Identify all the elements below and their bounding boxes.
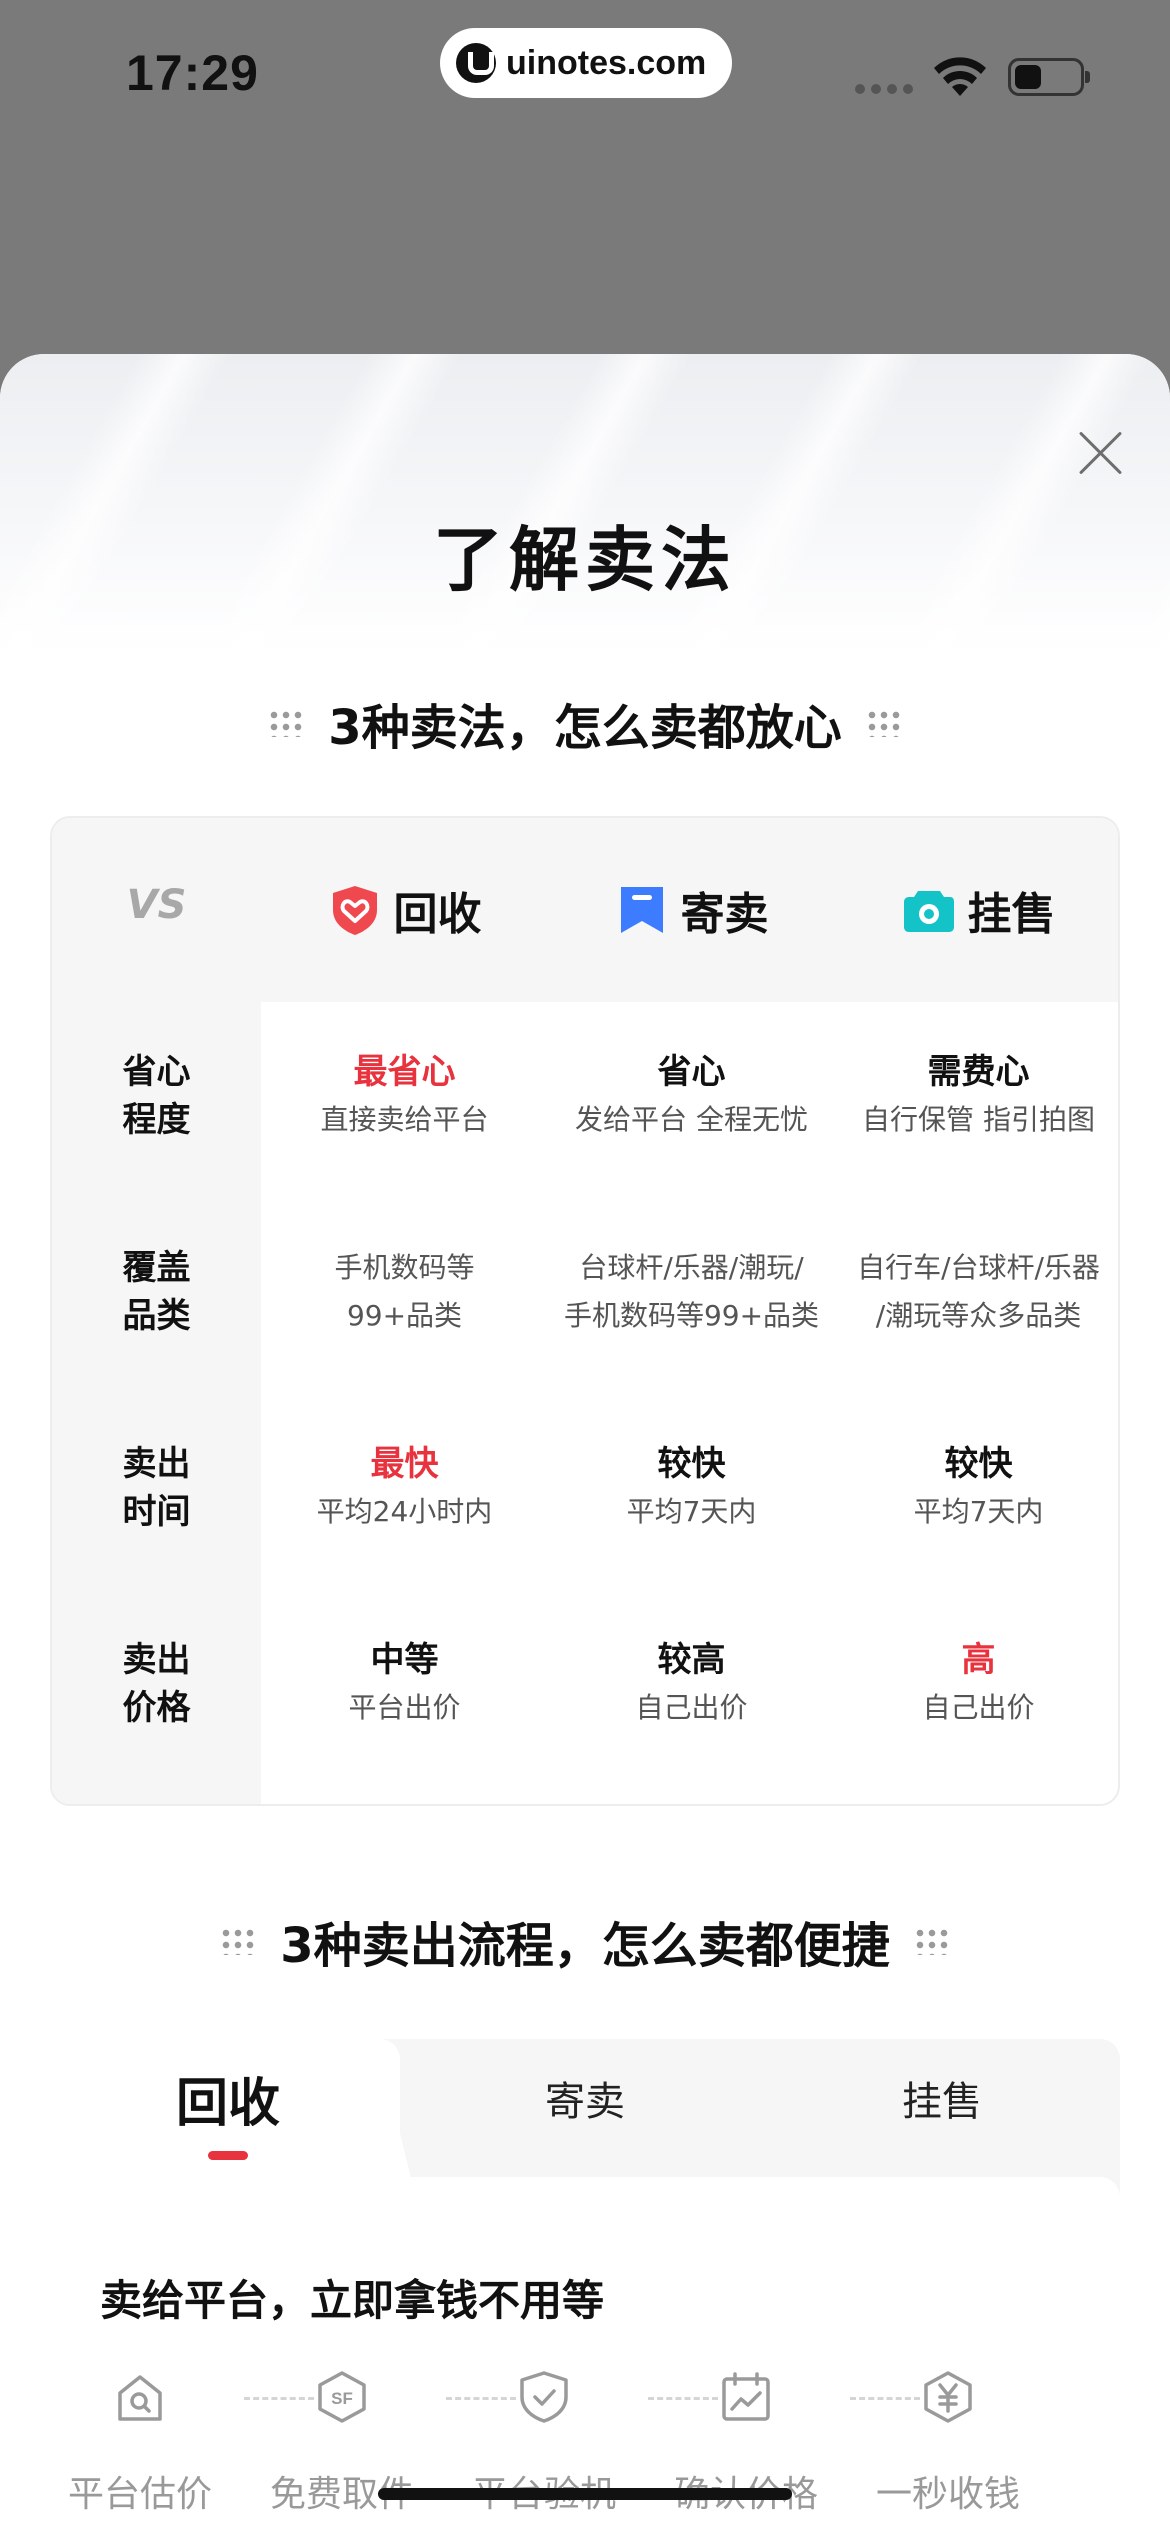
table-cell: 高 自己出价 — [835, 1636, 1118, 1732]
row-label-line: 覆盖 — [122, 1248, 191, 1288]
sell-methods-sheet: 了解卖法 3种卖法，怎么卖都放心 VS 回收 寄卖 挂售 省心 程度 最省心 直… — [0, 354, 1170, 2532]
row-label-line: 时间 — [122, 1492, 191, 1532]
cell-sub-text: 自行车/台球杆/乐器 — [857, 1251, 1100, 1284]
cell-main-text: 较快 — [944, 1444, 1013, 1484]
battery-icon — [1008, 58, 1090, 96]
column-label-list: 挂售 — [967, 889, 1056, 940]
signal-dots-icon — [855, 84, 913, 94]
house-search-icon — [112, 2369, 168, 2425]
process-card: 回收 寄卖 挂售 卖给平台，立即拿钱不用等 平台估价 SF 免费取件 一秒收钱 — [50, 2039, 1120, 2532]
tab-list[interactable]: 挂售 — [764, 2069, 1120, 2127]
cell-main-text: 较快 — [657, 1444, 726, 1484]
step-label: 平台估价 — [67, 2474, 212, 2515]
process-description: 卖给平台，立即拿钱不用等 — [100, 2276, 605, 2325]
compare-heading-text: 3种卖法，怎么卖都放心 — [328, 700, 842, 756]
cell-main-text: 高 — [961, 1640, 996, 1680]
bookmark-icon — [615, 883, 669, 937]
uinotes-logo-icon — [456, 43, 496, 83]
status-time: 17:29 — [126, 45, 259, 101]
cell-sub-text: 平台出价 — [348, 1691, 461, 1724]
row-label-time: 卖出 时间 — [52, 1440, 261, 1536]
row-label-line: 省心 — [122, 1052, 191, 1092]
calendar-chart-icon — [718, 2369, 774, 2425]
cell-main-text: 较高 — [657, 1640, 726, 1680]
tab-consign[interactable]: 寄卖 — [407, 2069, 763, 2127]
cell-sub-text: 平均24小时内 — [316, 1495, 493, 1528]
table-cell: 手机数码等 99+品类 — [261, 1244, 548, 1340]
svg-text:SF: SF — [331, 2389, 353, 2408]
table-cell: 最快 平均24小时内 — [261, 1440, 548, 1536]
camera-icon — [902, 883, 956, 937]
column-header-consign: 寄卖 — [548, 878, 835, 942]
sheet-title: 了解卖法 — [433, 519, 737, 601]
home-indicator[interactable] — [378, 2488, 792, 2500]
vs-label: VS — [126, 882, 187, 928]
table-cell: 较快 平均7天内 — [835, 1440, 1118, 1536]
cell-sub-text: 直接卖给平台 — [320, 1103, 489, 1136]
cell-sub-text: 自己出价 — [922, 1691, 1035, 1724]
cell-sub-text: 手机数码等 — [334, 1251, 475, 1284]
cell-sub-text: 平均7天内 — [913, 1495, 1044, 1528]
heading-dots-right-icon — [865, 709, 902, 737]
watermark-text: uinotes.com — [506, 43, 707, 82]
table-cell: 台球杆/乐器/潮玩/ 手机数码等99+品类 — [548, 1244, 835, 1340]
heading-dots-right-icon — [913, 1927, 950, 1955]
watermark-badge: uinotes.com — [440, 28, 732, 98]
column-header-recycle: 回收 — [261, 878, 548, 942]
cell-main-text: 中等 — [370, 1640, 439, 1680]
column-label-recycle: 回收 — [393, 889, 482, 940]
row-label-line: 品类 — [122, 1296, 191, 1336]
row-label-line: 价格 — [122, 1688, 191, 1728]
shield-heart-icon — [328, 883, 382, 937]
process-heading: 3种卖出流程，怎么卖都便捷 — [0, 1906, 1170, 1976]
row-label-categories: 覆盖 品类 — [52, 1244, 261, 1340]
cell-sub-text: 发给平台 全程无忧 — [575, 1103, 808, 1136]
inspect-shield-icon — [516, 2369, 572, 2425]
cell-main-text: 最快 — [370, 1444, 439, 1484]
close-icon[interactable] — [1078, 430, 1124, 476]
row-label-line: 卖出 — [122, 1640, 191, 1680]
column-label-consign: 寄卖 — [680, 889, 769, 940]
table-cell: 自行车/台球杆/乐器 /潮玩等众多品类 — [835, 1244, 1118, 1340]
tab-recycle[interactable]: 回收 — [50, 2061, 406, 2136]
row-label-line: 程度 — [122, 1100, 191, 1140]
heading-dots-left-icon — [268, 709, 305, 737]
compare-heading: 3种卖法，怎么卖都放心 — [0, 688, 1170, 758]
cell-sub-text: 台球杆/乐器/潮玩/ — [579, 1251, 804, 1284]
cell-sub-text: /潮玩等众多品类 — [875, 1299, 1082, 1332]
cell-sub-text: 自己出价 — [635, 1691, 748, 1724]
step-label: 一秒收钱 — [875, 2474, 1020, 2515]
sf-express-icon: SF — [314, 2369, 370, 2425]
table-cell: 省心 发给平台 全程无忧 — [548, 1048, 835, 1144]
column-header-list: 挂售 — [835, 878, 1118, 942]
row-label-price: 卖出 价格 — [52, 1636, 261, 1732]
table-cell: 最省心 直接卖给平台 — [261, 1048, 548, 1144]
cell-main-text: 最省心 — [353, 1052, 456, 1092]
yuan-coin-icon — [920, 2369, 976, 2425]
cell-sub-text: 自行保管 指引拍图 — [862, 1103, 1095, 1136]
table-cell: 需费心 自行保管 指引拍图 — [835, 1048, 1118, 1144]
table-cell: 较快 平均7天内 — [548, 1440, 835, 1536]
row-label-line: 卖出 — [122, 1444, 191, 1484]
row-label-effort: 省心 程度 — [52, 1048, 261, 1144]
cell-sub-text: 99+品类 — [346, 1299, 463, 1332]
process-step: 平台估价 — [50, 2369, 230, 2517]
heading-dots-left-icon — [220, 1927, 257, 1955]
comparison-table: VS 回收 寄卖 挂售 省心 程度 最省心 直接卖给平台 省心 发给平台 全程无… — [50, 816, 1120, 1806]
cell-sub-text: 平均7天内 — [626, 1495, 757, 1528]
process-heading-text: 3种卖出流程，怎么卖都便捷 — [280, 1918, 890, 1974]
cell-main-text: 省心 — [657, 1052, 726, 1092]
cell-sub-text: 手机数码等99+品类 — [563, 1299, 820, 1332]
wifi-icon — [934, 57, 986, 96]
status-bar: 17:29 uinotes.com — [0, 0, 1170, 150]
active-tab-underline — [208, 2151, 248, 2160]
table-cell: 中等 平台出价 — [261, 1636, 548, 1732]
table-cell: 较高 自己出价 — [548, 1636, 835, 1732]
process-step: 一秒收钱 — [858, 2369, 1038, 2517]
cell-main-text: 需费心 — [927, 1052, 1030, 1092]
